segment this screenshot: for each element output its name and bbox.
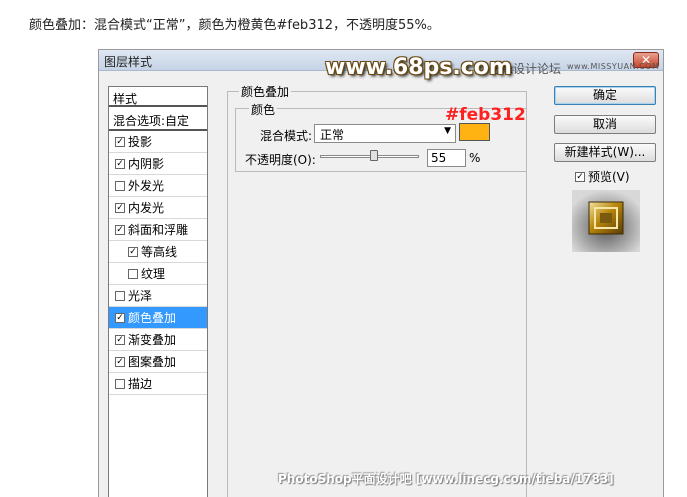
url-watermark: www.MISSYUAN.COM — [567, 62, 660, 71]
blend-mode-select[interactable]: 正常 ▼ — [314, 124, 456, 143]
style-checkbox[interactable]: ✓ — [115, 312, 125, 323]
new-style-button[interactable]: 新建样式(W)... — [554, 143, 656, 162]
preview-label: 预览(V) — [588, 170, 630, 184]
opacity-label: 不透明度(O): — [245, 153, 316, 167]
style-item-label: 等高线 — [141, 245, 178, 259]
hex-annotation: #feb312 — [445, 105, 526, 125]
style-item[interactable]: 描边 — [109, 373, 207, 395]
style-item[interactable]: ✓ 投影 — [109, 131, 207, 153]
style-item-label: 描边 — [128, 377, 153, 391]
style-item[interactable]: ✓ 内阴影 — [109, 153, 207, 175]
styles-list-panel: 样式 混合选项:自定 ✓ 投影 ✓ 内阴影 外发光 ✓ 内发光 ✓ 斜面和浮雕 ✓ 等高线 纹理 光泽 ✓… — [108, 86, 208, 497]
preview-toggle[interactable]: ✓ 预览(V) — [575, 168, 630, 185]
style-checkbox[interactable]: ✓ — [115, 224, 125, 235]
color-overlay-group-title: 颜色叠加 — [239, 83, 292, 100]
style-item-label: 颜色叠加 — [128, 311, 177, 325]
style-item[interactable]: 光泽 — [109, 285, 207, 307]
blend-mode-label: 混合模式: — [260, 129, 313, 143]
style-checkbox[interactable]: ✓ — [115, 136, 125, 147]
style-item-label: 斜面和浮雕 — [128, 223, 189, 237]
style-checkbox[interactable] — [115, 378, 125, 389]
cancel-button[interactable]: 取消 — [554, 115, 656, 134]
style-checkbox[interactable]: ✓ — [115, 334, 125, 345]
ok-button[interactable]: 确定 — [554, 86, 656, 105]
style-item-label: 纹理 — [141, 267, 166, 281]
style-checkbox[interactable]: ✓ — [115, 158, 125, 169]
style-checkbox[interactable]: ✓ — [115, 202, 125, 213]
style-checkbox[interactable]: ✓ — [128, 246, 138, 257]
opacity-input[interactable]: 55 — [427, 149, 466, 167]
preview-swatch-graphic — [572, 190, 640, 252]
site-watermark: www.68ps.com — [325, 55, 512, 80]
blend-mode-value: 正常 — [320, 128, 345, 142]
style-checkbox[interactable]: ✓ — [115, 356, 125, 367]
color-swatch[interactable] — [459, 123, 490, 141]
style-item-label: 内发光 — [128, 201, 165, 215]
style-item-label: 光泽 — [128, 289, 153, 303]
style-items-list: ✓ 投影 ✓ 内阴影 外发光 ✓ 内发光 ✓ 斜面和浮雕 ✓ 等高线 纹理 光泽 ✓ 颜色叠加 ✓ 渐变叠加 ✓ 图… — [109, 131, 207, 395]
style-item[interactable]: ✓ 内发光 — [109, 197, 207, 219]
style-item-label: 渐变叠加 — [128, 333, 177, 347]
layer-style-dialog: 图层样式 ✕ 样式 混合选项:自定 ✓ 投影 ✓ 内阴影 外发光 ✓ 内发光 ✓ 斜面和浮雕 ✓ 等… — [98, 49, 664, 497]
style-item-label: 内阴影 — [128, 157, 165, 171]
style-item[interactable]: ✓ 渐变叠加 — [109, 329, 207, 351]
style-item-label: 外发光 — [128, 179, 165, 193]
dialog-title: 图层样式 — [104, 55, 153, 69]
style-item[interactable]: ✓ 等高线 — [109, 241, 207, 263]
style-checkbox[interactable] — [128, 268, 138, 279]
style-item[interactable]: ✓ 颜色叠加 — [109, 307, 207, 329]
style-item[interactable]: 纹理 — [109, 263, 207, 285]
blend-options-item[interactable]: 混合选项:自定 — [109, 109, 207, 131]
opacity-unit: % — [469, 151, 481, 165]
style-checkbox[interactable] — [115, 290, 125, 301]
style-item[interactable]: 外发光 — [109, 175, 207, 197]
styles-header[interactable]: 样式 — [109, 87, 207, 107]
opacity-slider-thumb[interactable] — [370, 150, 379, 161]
style-item[interactable]: ✓ 图案叠加 — [109, 351, 207, 373]
style-item-label: 投影 — [128, 135, 153, 149]
chevron-down-icon: ▼ — [444, 126, 451, 136]
footer-watermark: PhotoShop平面设计吧 [www.linecg.com/tieba/178… — [278, 472, 614, 486]
style-preview-thumbnail — [572, 190, 640, 252]
preview-checkbox[interactable]: ✓ — [575, 171, 585, 182]
style-item-label: 图案叠加 — [128, 355, 177, 369]
color-subgroup-title: 颜色 — [249, 101, 278, 118]
style-item[interactable]: ✓ 斜面和浮雕 — [109, 219, 207, 241]
style-checkbox[interactable] — [115, 180, 125, 191]
tutorial-caption: 颜色叠加：混合模式“正常”，颜色为橙黄色#feb312，不透明度55%。 — [29, 18, 440, 33]
